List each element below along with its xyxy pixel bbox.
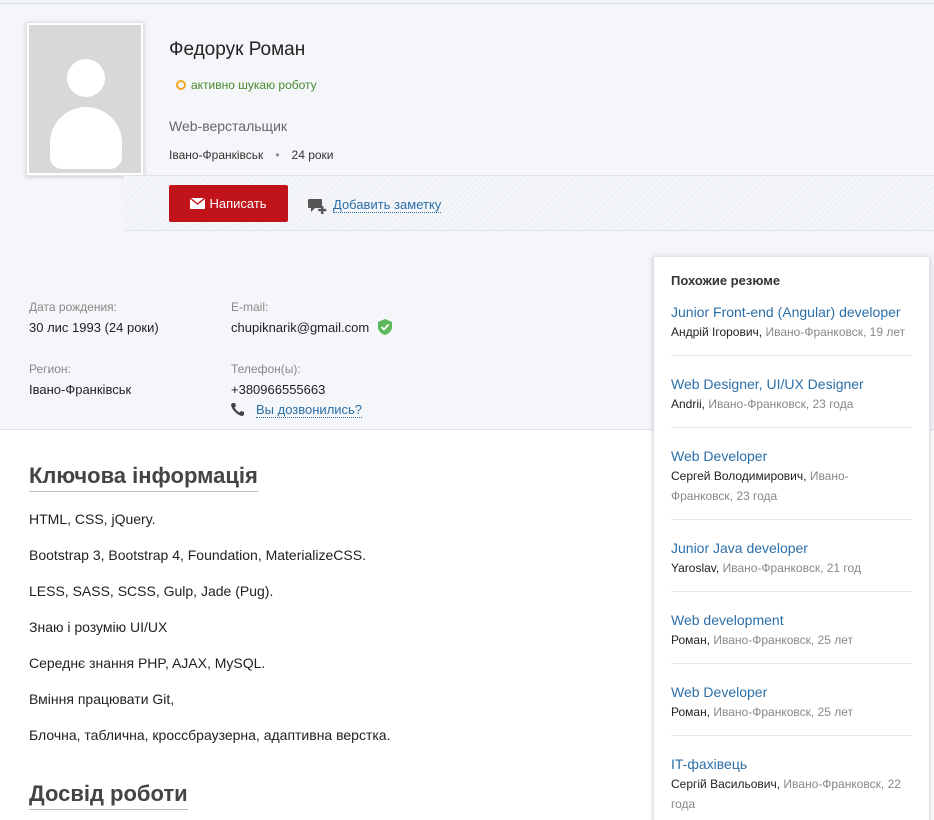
similar-resume-item: Web Designer, UI/UX Designer Andrii, Ива… xyxy=(671,375,912,414)
location-age-line: Івано-Франківськ • 24 роки xyxy=(169,148,334,162)
similar-resume-link[interactable]: Web development xyxy=(671,611,912,629)
similar-resume-item: Web Developer Сергей Володимирович, Иван… xyxy=(671,447,912,506)
verified-shield-icon xyxy=(378,319,392,335)
envelope-icon xyxy=(190,198,206,209)
similar-resume-details: Ивано-Франковск, 23 года xyxy=(708,397,854,411)
add-note-link[interactable]: Добавить заметку xyxy=(333,197,442,213)
key-info-line: Середнє знання PHP, AJAX, MySQL. xyxy=(29,655,266,671)
similar-resume-details: Ивано-Франковск, 25 лет xyxy=(713,633,853,647)
similar-resume-link[interactable]: Web Developer xyxy=(671,683,912,701)
similar-resumes-panel: Похожие резюме Junior Front-end (Angular… xyxy=(653,256,930,820)
birth-date-label: Дата рождения: xyxy=(29,300,117,314)
similar-resume-person: Сергій Васильович, xyxy=(671,777,781,791)
email-label: E-mail: xyxy=(231,300,269,314)
region-value: Івано-Франківськ xyxy=(29,382,132,397)
similar-resume-link[interactable]: IT-фахівець xyxy=(671,755,912,773)
status-dot-icon xyxy=(176,80,186,90)
birth-date-value: 30 лис 1993 (24 роки) xyxy=(29,320,159,335)
phone-label: Телефон(ы): xyxy=(231,362,301,376)
similar-resume-person: Роман, xyxy=(671,705,711,719)
similar-resume-person: Yaroslav, xyxy=(671,561,720,575)
candidate-name: Федорук Роман xyxy=(169,39,306,60)
divider xyxy=(671,519,912,520)
similar-resume-link[interactable]: Web Developer xyxy=(671,447,912,465)
add-note-icon[interactable] xyxy=(308,198,328,214)
key-info-line: HTML, CSS, jQuery. xyxy=(29,511,156,527)
similar-resume-person: Andrii, xyxy=(671,397,706,411)
divider xyxy=(671,591,912,592)
status-text: активно шукаю роботу xyxy=(191,78,317,92)
key-info-line: Блочна, таблична, кроссбраузерна, адапти… xyxy=(29,727,391,743)
similar-resume-item: Junior Java developer Yaroslav, Ивано-Фр… xyxy=(671,539,912,578)
similar-resumes-title: Похожие резюме xyxy=(671,273,781,288)
similar-resume-details: Ивано-Франковск, 21 год xyxy=(722,561,861,575)
desired-position: Web-верстальщик xyxy=(169,118,288,134)
key-info-line: Bootstrap 3, Bootstrap 4, Foundation, Ma… xyxy=(29,547,366,563)
similar-resume-link[interactable]: Junior Java developer xyxy=(671,539,912,557)
similar-resume-item: Web Developer Роман, Ивано-Франковск, 25… xyxy=(671,683,912,722)
avatar-placeholder-icon xyxy=(29,25,141,173)
separator: • xyxy=(275,148,280,162)
city: Івано-Франківськ xyxy=(169,148,264,162)
region-label: Регион: xyxy=(29,362,71,376)
divider xyxy=(671,427,912,428)
similar-resume-item: Junior Front-end (Angular) developer Анд… xyxy=(671,303,912,342)
divider xyxy=(671,663,912,664)
similar-resume-link[interactable]: Junior Front-end (Angular) developer xyxy=(671,303,912,321)
similar-resume-item: IT-фахівець Сергій Васильович, Ивано-Фра… xyxy=(671,755,912,814)
similar-resume-details: Ивано-Франковск, 25 лет xyxy=(713,705,853,719)
phone-icon xyxy=(231,403,244,416)
job-search-status: активно шукаю роботу xyxy=(176,78,317,92)
phone-value[interactable]: +380966555663 xyxy=(231,382,325,397)
key-info-line: LESS, SASS, SCSS, Gulp, Jade (Pug). xyxy=(29,583,274,599)
key-info-line: Знаю і розумію UI/UX xyxy=(29,619,168,635)
divider xyxy=(671,355,912,356)
call-feedback-link[interactable]: Вы дозвонились? xyxy=(256,402,363,418)
similar-resume-item: Web development Роман, Ивано-Франковск, … xyxy=(671,611,912,650)
similar-resume-person: Роман, xyxy=(671,633,711,647)
experience-heading: Досвід роботи xyxy=(29,781,188,810)
email-value[interactable]: chupiknarik@gmail.com xyxy=(231,320,369,335)
write-message-label: Написать xyxy=(209,196,267,211)
avatar xyxy=(26,22,144,176)
similar-resume-person: Сергей Володимирович, xyxy=(671,469,807,483)
top-divider xyxy=(0,3,934,4)
key-info-heading: Ключова інформація xyxy=(29,463,258,492)
key-info-line: Вміння працювати Git, xyxy=(29,691,175,707)
similar-resume-person: Андрій Ігорович, xyxy=(671,325,763,339)
similar-resume-link[interactable]: Web Designer, UI/UX Designer xyxy=(671,375,912,393)
write-message-button[interactable]: Написать xyxy=(169,185,288,222)
similar-resume-details: Ивано-Франковск, 19 лет xyxy=(765,325,906,339)
divider xyxy=(671,735,912,736)
age: 24 роки xyxy=(291,148,334,162)
action-bar: Написать Добавить заметку xyxy=(124,175,934,231)
